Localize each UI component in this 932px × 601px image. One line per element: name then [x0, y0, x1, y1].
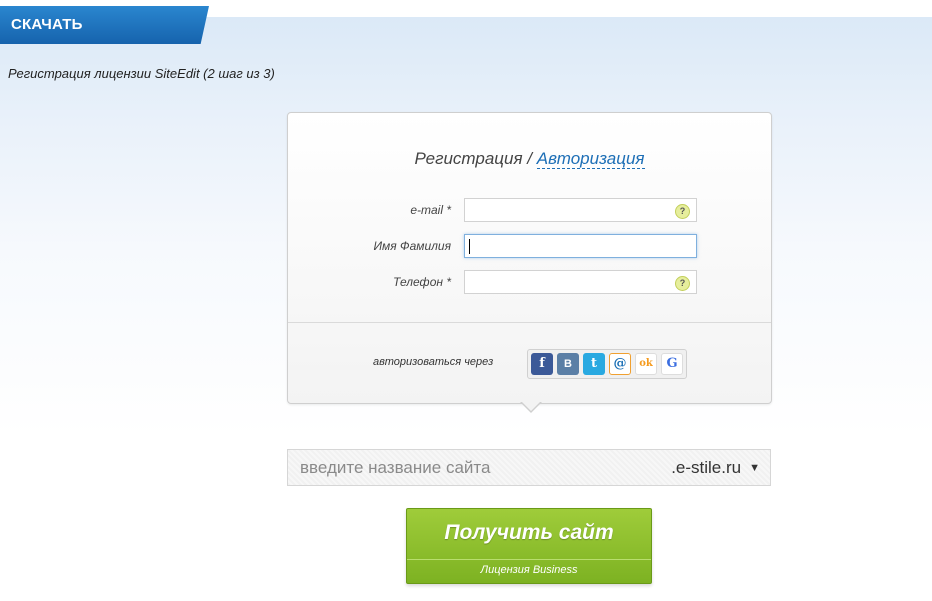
- phone-field[interactable]: ?: [464, 270, 697, 294]
- panel-title: Регистрация / Авторизация: [288, 149, 771, 169]
- name-row: Имя Фамилия: [288, 234, 771, 260]
- button-divider: [407, 559, 651, 560]
- help-icon[interactable]: ?: [675, 204, 690, 219]
- site-name-input[interactable]: введите название сайта: [300, 458, 490, 478]
- vkontakte-icon[interactable]: В: [557, 353, 579, 375]
- get-site-button[interactable]: Получить сайт Лицензия Business: [406, 508, 652, 584]
- title-register: Регистрация: [414, 149, 523, 168]
- email-input[interactable]: [469, 200, 673, 222]
- name-field[interactable]: [464, 234, 697, 258]
- panel-pointer-inner: [521, 401, 541, 411]
- phone-input[interactable]: [469, 272, 673, 294]
- phone-row: Телефон * ?: [288, 270, 771, 296]
- facebook-icon[interactable]: f: [531, 353, 553, 375]
- download-tab-label: СКАЧАТЬ: [11, 16, 83, 33]
- email-label: e-mail *: [410, 203, 451, 217]
- dropdown-arrow-icon: ▼: [749, 462, 760, 474]
- email-row: e-mail * ?: [288, 198, 771, 224]
- login-link[interactable]: Авторизация: [536, 149, 645, 169]
- site-name-box[interactable]: введите название сайта .e-stile.ru ▼: [287, 449, 771, 486]
- email-field[interactable]: ?: [464, 198, 697, 222]
- license-label: Лицензия Business: [480, 564, 578, 576]
- registration-panel: Регистрация / Авторизация e-mail * ? Имя…: [287, 112, 772, 404]
- social-login-group: f В t @ ok G: [527, 349, 687, 379]
- download-tab[interactable]: СКАЧАТЬ: [0, 6, 209, 44]
- title-separator: /: [522, 149, 537, 168]
- text-cursor: [469, 239, 470, 254]
- mailru-icon[interactable]: @: [609, 353, 631, 375]
- odnoklassniki-icon[interactable]: ok: [635, 353, 657, 375]
- domain-select[interactable]: .e-stile.ru ▼: [671, 458, 760, 478]
- domain-value: .e-stile.ru: [671, 458, 742, 477]
- get-site-button-label: Получить сайт: [444, 521, 614, 544]
- phone-label: Телефон *: [393, 275, 451, 289]
- social-login-label: авторизоваться через: [373, 356, 494, 368]
- name-label: Имя Фамилия: [373, 239, 451, 253]
- twitter-icon[interactable]: t: [583, 353, 605, 375]
- page-subtitle: Регистрация лицензии SiteEdit (2 шаг из …: [8, 66, 275, 81]
- panel-divider: [288, 322, 771, 323]
- google-icon[interactable]: G: [661, 353, 683, 375]
- help-icon[interactable]: ?: [675, 276, 690, 291]
